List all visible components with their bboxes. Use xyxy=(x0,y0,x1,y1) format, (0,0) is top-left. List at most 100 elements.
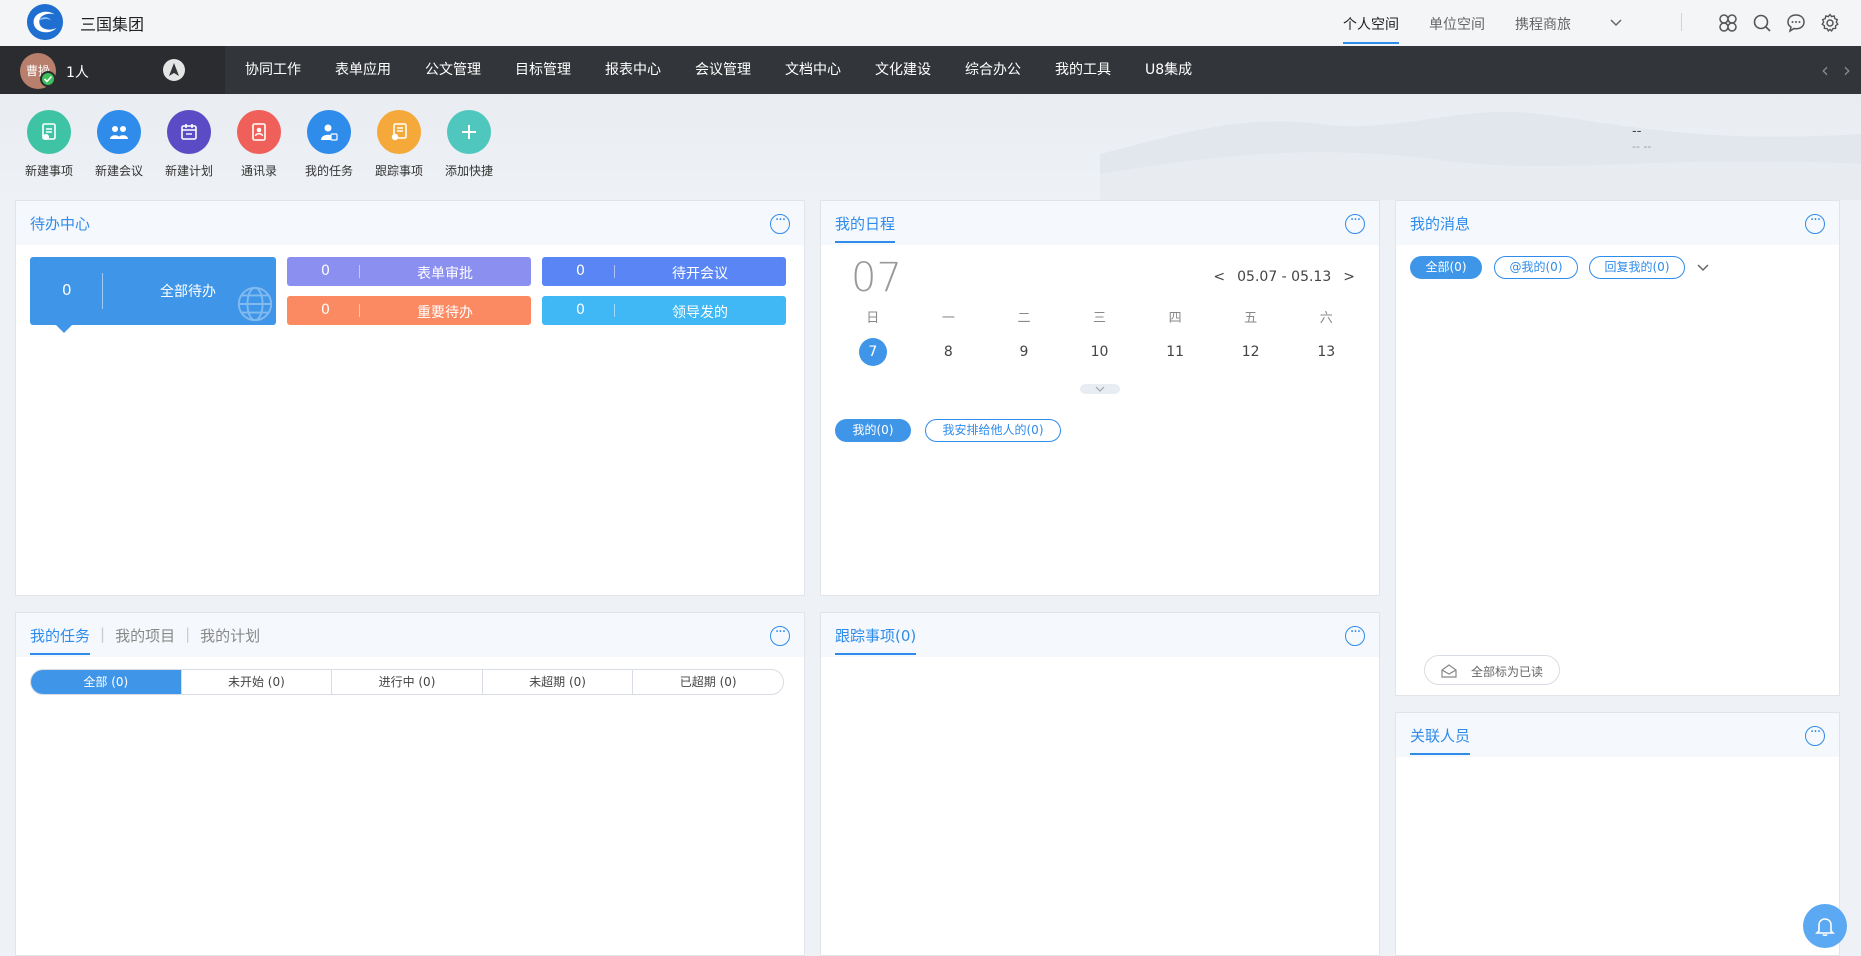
tab-personal-space[interactable]: 个人空间 xyxy=(1328,0,1414,46)
nav-item-tools[interactable]: 我的工具 xyxy=(1038,46,1128,94)
chevron-down-icon[interactable] xyxy=(1696,263,1710,273)
weekday-label: 三 xyxy=(1093,311,1107,326)
panel-title: 我的日程 xyxy=(835,213,896,243)
top-bar: 三国集团 个人空间 单位空间 携程商旅 xyxy=(0,0,1861,46)
shortcut-contacts[interactable]: 通讯录 xyxy=(230,110,288,179)
calendar-day[interactable]: 10 xyxy=(1062,333,1138,371)
task-filter-all[interactable]: 全部 (0) xyxy=(31,670,182,694)
nav-item-reports[interactable]: 报表中心 xyxy=(588,46,678,94)
contacts-icon xyxy=(237,110,281,154)
current-day-number: 07 xyxy=(851,255,902,301)
more-options-icon[interactable] xyxy=(1345,624,1365,646)
weekday-label: 四 xyxy=(1168,311,1182,326)
nav-item-documents-official[interactable]: 公文管理 xyxy=(408,46,498,94)
panel-header: 关联人员 xyxy=(1396,713,1839,757)
shortcut-list: 新建事项 新建会议 新建计划 通讯录 我的任务 跟踪事项 添加快捷 xyxy=(20,110,498,179)
panel-header: 我的任务 | 我的项目 | 我的计划 xyxy=(16,613,804,657)
nav-item-u8[interactable]: U8集成 xyxy=(1128,46,1209,94)
calendar-day[interactable]: 13 xyxy=(1288,333,1364,371)
search-icon[interactable] xyxy=(1751,12,1773,34)
expand-calendar-toggle[interactable] xyxy=(1080,384,1120,394)
shortcut-label: 新建会议 xyxy=(94,164,143,178)
nav-next-icon[interactable]: › xyxy=(1843,60,1851,80)
todo-count: 0 xyxy=(62,281,72,299)
company-logo-icon[interactable] xyxy=(26,3,64,41)
panel-title: 跟踪事项(0) xyxy=(835,625,917,655)
shortcut-add[interactable]: 添加快捷 xyxy=(440,110,498,179)
nav-item-office[interactable]: 综合办公 xyxy=(948,46,1038,94)
weekday-label: 一 xyxy=(941,311,955,326)
more-options-icon[interactable] xyxy=(1805,724,1825,746)
nav-item-culture[interactable]: 文化建设 xyxy=(858,46,948,94)
tab-my-tasks[interactable]: 我的任务 xyxy=(30,625,91,655)
weekday-row: 日 一 二 三 四 五 六 xyxy=(835,305,1364,333)
todo-pending-meetings[interactable]: 0 待开会议 xyxy=(542,257,786,286)
msg-filter-all[interactable]: 全部(0) xyxy=(1410,256,1482,279)
tracking-panel: 跟踪事项(0) xyxy=(820,612,1380,956)
brand-name: 三国集团 xyxy=(80,15,145,34)
shortcut-new-plan[interactable]: 新建计划 xyxy=(160,110,218,179)
chat-icon[interactable] xyxy=(1785,12,1807,34)
nav-item-goals[interactable]: 目标管理 xyxy=(498,46,588,94)
calendar-day[interactable]: 7 xyxy=(835,333,911,371)
calendar-day[interactable]: 8 xyxy=(911,333,987,371)
nav-item-doc-center[interactable]: 文档中心 xyxy=(768,46,858,94)
task-status-filter: 全部 (0) 未开始 (0) 进行中 (0) 未超期 (0) 已超期 (0) xyxy=(30,669,784,695)
task-filter-not-started[interactable]: 未开始 (0) xyxy=(182,670,333,694)
week-next-button[interactable]: > xyxy=(1343,269,1355,285)
more-options-icon[interactable] xyxy=(770,624,790,646)
nav-item-forms[interactable]: 表单应用 xyxy=(318,46,408,94)
week-prev-button[interactable]: < xyxy=(1213,269,1225,285)
tab-ctrip-travel[interactable]: 携程商旅 xyxy=(1500,0,1586,46)
todo-from-leader[interactable]: 0 领导发的 xyxy=(542,296,786,325)
todo-count: 0 xyxy=(576,263,585,279)
task-filter-in-progress[interactable]: 进行中 (0) xyxy=(332,670,483,694)
todo-all-card[interactable]: 0 全部待办 xyxy=(30,257,276,333)
shortcut-label: 新建计划 xyxy=(164,164,213,178)
panel-header: 我的消息 xyxy=(1396,201,1839,245)
todo-label: 待开会议 xyxy=(672,266,728,282)
chevron-down-icon[interactable] xyxy=(1609,17,1623,29)
apps-grid-icon[interactable] xyxy=(1717,12,1739,34)
more-options-icon[interactable] xyxy=(1805,212,1825,234)
task-filter-overdue[interactable]: 已超期 (0) xyxy=(633,670,783,694)
mark-all-read-button[interactable]: 全部标为已读 xyxy=(1424,655,1560,685)
nav-item-collaboration[interactable]: 协同工作 xyxy=(228,46,318,94)
calendar-day[interactable]: 11 xyxy=(1137,333,1213,371)
todo-form-approval[interactable]: 0 表单审批 xyxy=(287,257,531,286)
schedule-filter-assigned[interactable]: 我安排给他人的(0) xyxy=(925,419,1061,442)
envelope-open-icon xyxy=(1441,664,1457,678)
nav-item-meetings[interactable]: 会议管理 xyxy=(678,46,768,94)
shortcut-tracking[interactable]: 跟踪事项 xyxy=(370,110,428,179)
navigation-icon[interactable] xyxy=(163,59,185,81)
bell-icon xyxy=(1815,918,1835,937)
msg-filter-mentions[interactable]: @我的(0) xyxy=(1494,256,1578,279)
panel-title: 待办中心 xyxy=(30,215,91,233)
calendar-day[interactable]: 12 xyxy=(1213,333,1289,371)
tab-my-plans[interactable]: 我的计划 xyxy=(200,625,260,655)
calendar-day[interactable]: 9 xyxy=(986,333,1062,371)
shortcut-new-meeting[interactable]: 新建会议 xyxy=(90,110,148,179)
header-icon-group xyxy=(1717,12,1841,34)
todo-count: 0 xyxy=(321,263,330,279)
gear-icon[interactable] xyxy=(1819,12,1841,34)
todo-important[interactable]: 0 重要待办 xyxy=(287,296,531,325)
nav-prev-icon[interactable]: ‹ xyxy=(1821,60,1829,80)
weekday-label: 六 xyxy=(1319,311,1333,326)
shortcut-new-item[interactable]: 新建事项 xyxy=(20,110,78,179)
more-options-icon[interactable] xyxy=(1345,212,1365,234)
tab-my-projects[interactable]: 我的项目 xyxy=(115,625,175,655)
track-icon xyxy=(377,110,421,154)
todo-center-panel: 待办中心 0 全部待办 0 表单审批 0 待开会议 0 重要待办 0 领导发的 xyxy=(15,200,805,596)
notification-fab[interactable] xyxy=(1803,904,1847,948)
msg-filter-replies[interactable]: 回复我的(0) xyxy=(1589,256,1685,279)
tab-unit-space[interactable]: 单位空间 xyxy=(1414,0,1500,46)
week-range-label: 05.07 - 05.13 xyxy=(1237,269,1332,285)
task-filter-not-overdue[interactable]: 未超期 (0) xyxy=(483,670,634,694)
schedule-filter-mine[interactable]: 我的(0) xyxy=(835,419,911,442)
online-user-count[interactable]: 1人 xyxy=(66,62,89,82)
more-options-icon[interactable] xyxy=(770,212,790,234)
globe-icon xyxy=(237,286,273,322)
shortcut-my-tasks[interactable]: 我的任务 xyxy=(300,110,358,179)
nav-user-area: 曹操 1人 xyxy=(0,46,225,94)
